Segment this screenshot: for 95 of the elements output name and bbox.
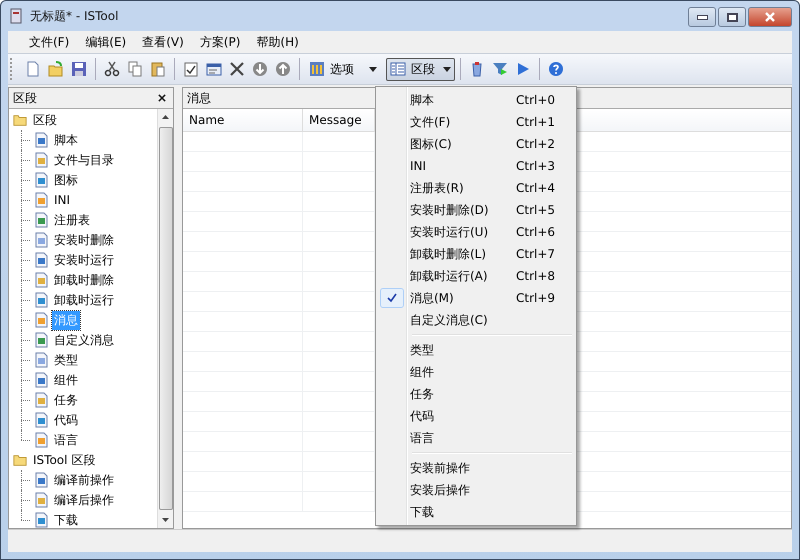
help-icon[interactable] xyxy=(548,61,564,77)
tree-item[interactable]: INI xyxy=(52,192,72,208)
copy-icon[interactable] xyxy=(127,61,143,77)
tree-item[interactable]: 自定义消息 xyxy=(52,330,116,350)
menu-item[interactable]: 查看(V) xyxy=(135,32,191,52)
tree-item[interactable]: 注册表 xyxy=(52,210,92,230)
menu-item[interactable]: 文件(F) xyxy=(22,32,76,52)
tree-item[interactable]: 脚本 xyxy=(52,130,80,150)
checklist-icon[interactable] xyxy=(183,61,199,77)
document-icon xyxy=(33,412,49,428)
window-title: 无标题* - ISTool xyxy=(30,8,120,24)
save-icon[interactable] xyxy=(71,61,87,77)
toolbar-button[interactable]: 区段 xyxy=(386,58,455,80)
document-icon xyxy=(33,332,49,348)
tree-item[interactable]: 任务 xyxy=(52,390,80,410)
maximize-button[interactable] xyxy=(718,7,746,27)
document-icon xyxy=(33,372,49,388)
tree-item[interactable]: 区段 xyxy=(31,110,59,130)
tree-item[interactable]: 下载 xyxy=(52,510,80,530)
play-icon[interactable] xyxy=(515,61,531,77)
tree-item[interactable]: 安装时删除 xyxy=(52,230,116,250)
menu-item[interactable]: 注册表(R) Ctrl+4 xyxy=(378,177,574,199)
document-icon xyxy=(33,192,49,208)
menu-item[interactable]: 编辑(E) xyxy=(78,32,134,52)
document-icon xyxy=(33,292,49,308)
tree-item[interactable]: 卸载时运行 xyxy=(52,290,116,310)
document-icon xyxy=(33,212,49,228)
menu-item[interactable]: 下载 xyxy=(378,501,574,523)
document-icon xyxy=(33,252,49,268)
menu-item[interactable]: INI Ctrl+3 xyxy=(378,155,574,177)
tree-item[interactable]: 卸载时删除 xyxy=(52,270,116,290)
caret-icon xyxy=(443,66,451,72)
menu-item[interactable]: 自定义消息(C) xyxy=(378,309,574,331)
tree-item[interactable]: 代码 xyxy=(52,410,80,430)
delete-icon[interactable] xyxy=(229,61,245,77)
edit-form-icon[interactable] xyxy=(206,61,222,77)
document-icon xyxy=(33,232,49,248)
minimize-button[interactable] xyxy=(688,7,716,27)
tree-item[interactable]: ISTool 区段 xyxy=(31,450,98,470)
menu-item[interactable]: 语言 xyxy=(378,427,574,449)
menu-item[interactable]: 代码 xyxy=(378,405,574,427)
tree-item[interactable]: 语言 xyxy=(52,430,80,450)
document-icon xyxy=(33,132,49,148)
menu-item[interactable]: 图标(C) Ctrl+2 xyxy=(378,133,574,155)
document-icon xyxy=(33,312,49,328)
close-button[interactable] xyxy=(748,7,792,27)
menu-item[interactable]: 安装后操作 xyxy=(378,479,574,501)
document-icon xyxy=(33,172,49,188)
tree-item[interactable]: 组件 xyxy=(52,370,80,390)
menu-item[interactable]: 方案(P) xyxy=(192,32,248,52)
menu-item[interactable]: 脚本 Ctrl+0 xyxy=(378,89,574,111)
folder-icon xyxy=(12,453,28,467)
document-icon xyxy=(33,472,49,488)
caret-icon xyxy=(369,66,377,72)
scissors-icon[interactable] xyxy=(104,61,120,77)
scroll-down-icon[interactable] xyxy=(162,518,169,522)
menu-item[interactable]: 卸载时删除(L) Ctrl+7 xyxy=(378,243,574,265)
panel-title: 区段 xyxy=(13,90,37,106)
scrollbar[interactable] xyxy=(157,109,173,528)
document-icon xyxy=(33,152,49,168)
document-icon xyxy=(33,272,49,288)
menu-item[interactable]: 帮助(H) xyxy=(249,32,306,52)
tree-item[interactable]: 编译后操作 xyxy=(52,490,116,510)
tree-item[interactable]: 类型 xyxy=(52,350,80,370)
tools-icon xyxy=(309,61,325,77)
funnel-icon[interactable] xyxy=(492,61,508,77)
tree-item[interactable]: 图标 xyxy=(52,170,80,190)
document-icon xyxy=(33,392,49,408)
open-folder-icon[interactable] xyxy=(48,61,64,77)
menu-item[interactable]: 安装前操作 xyxy=(378,457,574,479)
menu-item[interactable]: 安装时删除(D) Ctrl+5 xyxy=(378,199,574,221)
panel-title: 消息 xyxy=(187,90,211,106)
menu-item[interactable]: 组件 xyxy=(378,361,574,383)
scroll-up-icon[interactable] xyxy=(162,115,169,119)
close-icon xyxy=(764,12,776,22)
toolbar-button[interactable]: 选项 xyxy=(305,58,381,80)
tree-item[interactable]: 文件与目录 xyxy=(52,150,116,170)
tree-item[interactable]: 编译前操作 xyxy=(52,470,116,490)
list-icon xyxy=(390,61,406,77)
document-icon xyxy=(33,352,49,368)
menu-item[interactable]: 文件(F) Ctrl+1 xyxy=(378,111,574,133)
document-icon xyxy=(33,492,49,508)
menu-item[interactable]: 类型 xyxy=(378,339,574,361)
paste-icon[interactable] xyxy=(150,61,166,77)
menu-item[interactable]: 卸载时运行(A) Ctrl+8 xyxy=(378,265,574,287)
menu-item[interactable]: 任务 xyxy=(378,383,574,405)
close-icon[interactable] xyxy=(157,93,167,103)
app-icon xyxy=(8,8,24,24)
folder-icon xyxy=(12,113,28,127)
tree-item[interactable]: 安装时运行 xyxy=(52,250,116,270)
document-icon xyxy=(33,432,49,448)
menu-item[interactable]: 安装时运行(U) Ctrl+6 xyxy=(378,221,574,243)
menu-item[interactable]: 消息(M) Ctrl+9 xyxy=(378,287,574,309)
new-file-icon[interactable] xyxy=(25,61,41,77)
column-header[interactable]: Name xyxy=(183,109,303,131)
